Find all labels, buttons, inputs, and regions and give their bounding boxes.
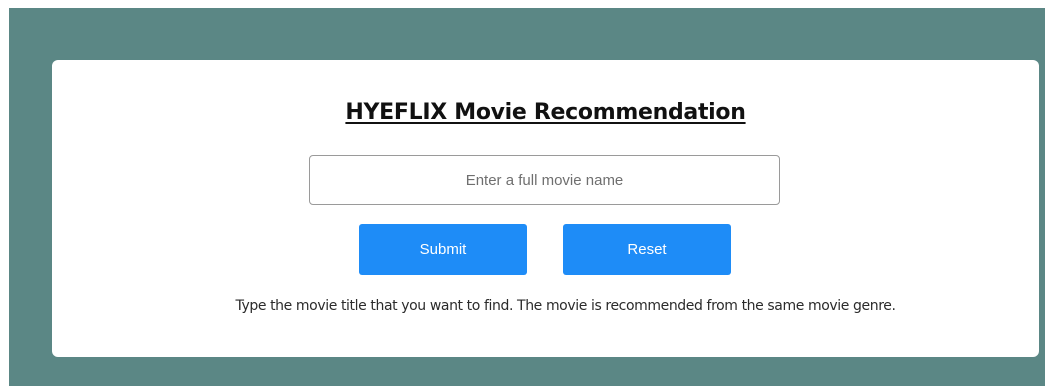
reset-button[interactable]: Reset	[563, 224, 731, 275]
movie-search-input[interactable]	[309, 155, 780, 205]
recommendation-card: HYEFLIX Movie Recommendation Submit Rese…	[52, 60, 1039, 357]
page-background: HYEFLIX Movie Recommendation Submit Rese…	[9, 8, 1045, 386]
submit-button[interactable]: Submit	[359, 224, 527, 275]
page-title: HYEFLIX Movie Recommendation	[345, 100, 746, 125]
help-text: Type the movie title that you want to fi…	[235, 298, 896, 314]
